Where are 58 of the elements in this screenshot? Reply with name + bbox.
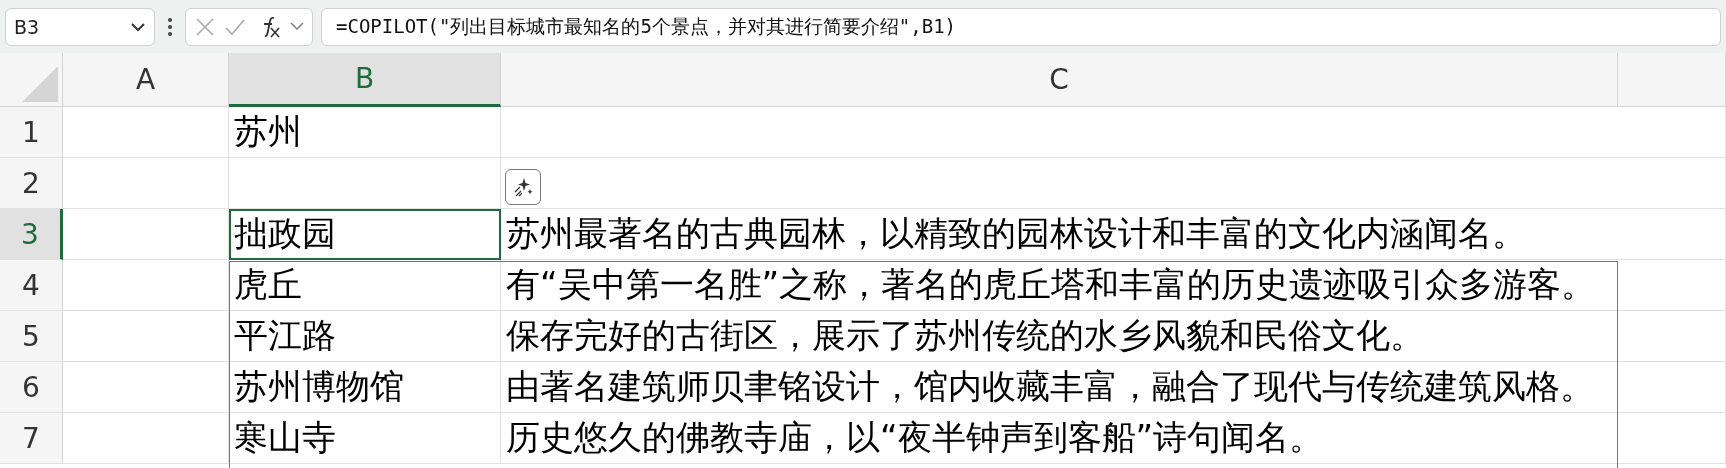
column-header[interactable]: B (229, 53, 501, 107)
table-cell[interactable] (1618, 107, 1726, 158)
table-cell[interactable] (1618, 158, 1726, 209)
table-cell[interactable]: 由著名建筑师贝聿铭设计，馆内收藏丰富，融合了现代与传统建筑风格。 (501, 362, 1618, 413)
cell-description: 历史悠久的佛教寺庙，以“夜半钟声到客船”诗句闻名。 (506, 416, 1324, 459)
cell-text: 虎丘 (234, 263, 302, 306)
cell-text: 苏州 (234, 110, 302, 153)
row-header[interactable]: 1 (0, 107, 63, 158)
row-header[interactable]: 6 (0, 362, 63, 413)
table-cell[interactable] (1618, 311, 1726, 362)
copilot-button[interactable] (505, 169, 541, 205)
more-icon[interactable] (167, 16, 173, 37)
table-cell[interactable]: 拙政园 (229, 209, 501, 260)
row-header[interactable]: 4 (0, 260, 63, 311)
cell-description: 由著名建筑师贝聿铭设计，馆内收藏丰富，融合了现代与传统建筑风格。 (506, 365, 1594, 408)
table-cell[interactable]: 寒山寺 (229, 413, 501, 464)
name-box[interactable]: B3 (5, 7, 155, 46)
table-cell[interactable]: 历史悠久的佛教寺庙，以“夜半钟声到客船”诗句闻名。 (501, 413, 1618, 464)
check-icon[interactable] (223, 17, 246, 36)
table-cell[interactable]: 虎丘 (229, 260, 501, 311)
table-cell[interactable]: 苏州最著名的古典园林，以精致的园林设计和丰富的文化内涵闻名。 (501, 209, 1618, 260)
table-cell[interactable] (63, 311, 229, 362)
cell-text: 寒山寺 (234, 416, 336, 459)
column-header[interactable] (1618, 53, 1726, 107)
table-cell[interactable] (63, 158, 229, 209)
row-header[interactable]: 3 (0, 209, 63, 260)
cell-text: 平江路 (234, 314, 336, 357)
triangle-icon (20, 64, 60, 104)
table-cell[interactable]: 有“吴中第一名胜”之称，著名的虎丘塔和丰富的历史遗迹吸引众多游客。 (501, 260, 1618, 311)
table-cell[interactable] (1618, 209, 1726, 260)
select-all-corner[interactable] (0, 53, 63, 107)
row-header[interactable]: 7 (0, 413, 63, 464)
table-cell[interactable] (63, 107, 229, 158)
cell-description: 苏州最著名的古典园林，以精致的园林设计和丰富的文化内涵闻名。 (506, 212, 1526, 255)
table-cell[interactable]: 苏州博物馆 (229, 362, 501, 413)
table-cell[interactable] (63, 209, 229, 260)
cell-text: 拙政园 (234, 212, 336, 255)
table-cell[interactable] (1618, 260, 1726, 311)
table-cell[interactable]: 苏州 (229, 107, 501, 158)
cancel-icon[interactable] (194, 16, 215, 37)
chevron-down-icon[interactable] (289, 22, 304, 31)
cell-text: 苏州博物馆 (234, 365, 404, 408)
formula-field[interactable]: =COPILOT("列出目标城市最知名的5个景点，并对其进行简要介绍",B1) (321, 7, 1721, 46)
table-cell[interactable] (1618, 413, 1726, 464)
table-cell[interactable] (229, 158, 501, 209)
cell-description: 有“吴中第一名胜”之称，著名的虎丘塔和丰富的历史遗迹吸引众多游客。 (506, 263, 1596, 306)
row-header[interactable]: 5 (0, 311, 63, 362)
cell-description: 保存完好的古街区，展示了苏州传统的水乡风貌和民俗文化。 (506, 314, 1424, 357)
table-cell[interactable] (63, 413, 229, 464)
column-header[interactable]: A (63, 53, 229, 107)
table-cell[interactable]: 保存完好的古街区，展示了苏州传统的水乡风貌和民俗文化。 (501, 311, 1618, 362)
table-cell[interactable] (63, 362, 229, 413)
chevron-down-icon (130, 21, 146, 32)
table-cell[interactable]: 平江路 (229, 311, 501, 362)
row-header[interactable]: 2 (0, 158, 63, 209)
column-header[interactable]: C (501, 53, 1618, 107)
table-cell[interactable] (1618, 362, 1726, 413)
table-cell[interactable] (63, 260, 229, 311)
